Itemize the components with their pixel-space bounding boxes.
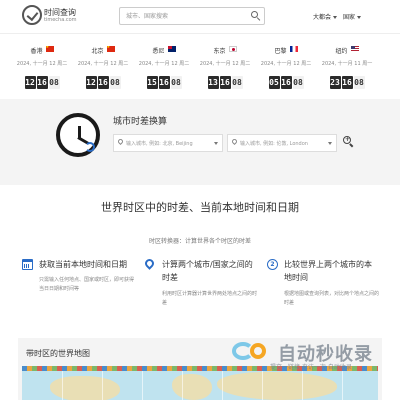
city-clock-paris[interactable]: 巴黎 2024, 十一月 12 周二 05 16 08 bbox=[256, 38, 316, 89]
search-box bbox=[119, 7, 265, 25]
world-clocks: 香港 2024, 十一月 12 周二 121608 北京 2024, 十一月 1… bbox=[0, 38, 400, 94]
city-date: 2024, 十一月 12 周二 bbox=[138, 61, 190, 67]
chevron-down-icon bbox=[357, 16, 362, 19]
city-name: 悉尼 bbox=[152, 48, 165, 55]
city-clock-newyork[interactable]: 纽约 2024, 十一月 11 周一 23 16 08 bbox=[317, 38, 377, 89]
hour-digits: 12 bbox=[85, 76, 97, 89]
location-pin-icon bbox=[230, 137, 239, 146]
feature-title: 获取当前本地时间和日期 bbox=[39, 260, 127, 269]
minute-digits: 16 bbox=[97, 76, 109, 89]
to-city-select[interactable]: 输入城市, 例如: 伦敦, London bbox=[227, 134, 337, 152]
minute-digits: 16 bbox=[341, 76, 353, 89]
nav-countries[interactable]: 国家 bbox=[343, 12, 362, 21]
city-date: 2024, 十一月 12 周二 bbox=[16, 61, 68, 67]
city-date: 2024, 十一月 12 周二 bbox=[199, 61, 251, 67]
hour-digits: 12 bbox=[24, 76, 36, 89]
logo-domain: timecha.com bbox=[44, 17, 77, 23]
city-clock-sydney[interactable]: 悉尼 2024, 十一月 12 周二 15 16 08 bbox=[134, 38, 194, 89]
city-date: 2024, 十一月 11 周一 bbox=[321, 61, 373, 67]
hour-digits: 05 bbox=[268, 76, 280, 89]
minute-digits: 16 bbox=[280, 76, 292, 89]
feature-title: 比较世界上两个城市的本地时间 bbox=[284, 260, 372, 282]
watermark: 自动秒收录 提交一链接·来访一次·自动收录 bbox=[232, 336, 392, 376]
hour-digits: 13 bbox=[207, 76, 219, 89]
from-city-placeholder: 输入城市, 例如: 北京, Beijing bbox=[126, 141, 193, 147]
search-input[interactable] bbox=[120, 8, 248, 24]
usa-flag-icon bbox=[350, 45, 359, 52]
feature-description: 利用时区计算器计算世界两处地点之间的时差 bbox=[162, 291, 258, 306]
number-two-icon: 2 bbox=[267, 259, 278, 270]
city-date: 2024, 十一月 12 周二 bbox=[260, 61, 312, 67]
second-digits: 08 bbox=[292, 76, 304, 89]
nav-countries-label: 国家 bbox=[343, 14, 356, 21]
calendar-icon bbox=[22, 259, 33, 270]
hour-digits: 15 bbox=[146, 76, 158, 89]
minute-digits: 16 bbox=[158, 76, 170, 89]
site-logo[interactable]: 时间查询 timecha.com bbox=[22, 5, 77, 27]
to-city-placeholder: 输入城市, 例如: 伦敦, London bbox=[240, 141, 308, 147]
feature-title: 计算两个城市/国家之间的时差 bbox=[162, 260, 253, 282]
chevron-down-icon bbox=[328, 142, 332, 145]
australia-flag-icon bbox=[167, 45, 176, 52]
japan-flag-icon bbox=[228, 45, 237, 52]
hour-digits: 23 bbox=[329, 76, 341, 89]
converter-title: 城市时差换算 bbox=[113, 117, 168, 127]
chevron-down-icon bbox=[333, 16, 338, 19]
map-land-europe-africa bbox=[172, 374, 212, 400]
minute-digits: 16 bbox=[219, 76, 231, 89]
china-flag-icon bbox=[106, 45, 115, 52]
location-pin-icon bbox=[143, 257, 156, 270]
from-city-select[interactable]: 输入城市, 例如: 北京, Beijing bbox=[113, 134, 223, 152]
feature-description: 只需输入任何地点、国家或时区，即可获得当日日期和时间等 bbox=[39, 277, 135, 292]
clock-convert-icon bbox=[56, 113, 100, 157]
france-flag-icon bbox=[289, 45, 298, 52]
city-name: 东京 bbox=[213, 48, 226, 55]
map-title: 带时区的世界地图 bbox=[26, 349, 90, 358]
city-name: 纽约 bbox=[335, 48, 348, 55]
nav-metropolis[interactable]: 大都会 bbox=[313, 12, 338, 21]
city-name: 北京 bbox=[91, 48, 104, 55]
map-land-americas bbox=[50, 376, 120, 400]
second-digits: 08 bbox=[231, 76, 243, 89]
city-name: 香港 bbox=[30, 48, 43, 55]
second-digits: 08 bbox=[48, 76, 60, 89]
page-title: 世界时区中的时差、当前本地时间和日期 bbox=[101, 201, 299, 214]
city-date: 2024, 十一月 12 周二 bbox=[77, 61, 129, 67]
china-flag-icon bbox=[45, 45, 54, 52]
search-icon[interactable] bbox=[251, 11, 261, 21]
watermark-subtext: 提交一链接·来访一次·自动收录 bbox=[270, 364, 352, 371]
watermark-logo-icon bbox=[232, 340, 276, 362]
chevron-down-icon bbox=[214, 142, 218, 145]
map-land-asia bbox=[217, 372, 337, 400]
second-digits: 08 bbox=[353, 76, 365, 89]
page-subtitle: 时区转换器：计算世界各个时区的时差 bbox=[148, 238, 251, 245]
nav-metropolis-label: 大都会 bbox=[313, 14, 332, 21]
second-digits: 08 bbox=[170, 76, 182, 89]
feature-description: 根据地图或查询列表，对比两个地点之间的时差 bbox=[284, 291, 380, 306]
city-clock-hongkong[interactable]: 香港 2024, 十一月 12 周二 121608 bbox=[12, 38, 72, 89]
header: 时间查询 timecha.com 大都会 国家 bbox=[0, 0, 400, 34]
second-digits: 08 bbox=[109, 76, 121, 89]
minute-digits: 16 bbox=[36, 76, 48, 89]
zoom-in-search-icon[interactable]: + bbox=[343, 136, 354, 148]
city-clock-tokyo[interactable]: 东京 2024, 十一月 12 周二 13 16 08 bbox=[195, 38, 255, 89]
city-clock-beijing[interactable]: 北京 2024, 十一月 12 周二 121608 bbox=[73, 38, 133, 89]
logo-check-icon bbox=[22, 5, 42, 25]
location-pin-icon bbox=[116, 137, 125, 146]
city-name: 巴黎 bbox=[274, 48, 287, 55]
